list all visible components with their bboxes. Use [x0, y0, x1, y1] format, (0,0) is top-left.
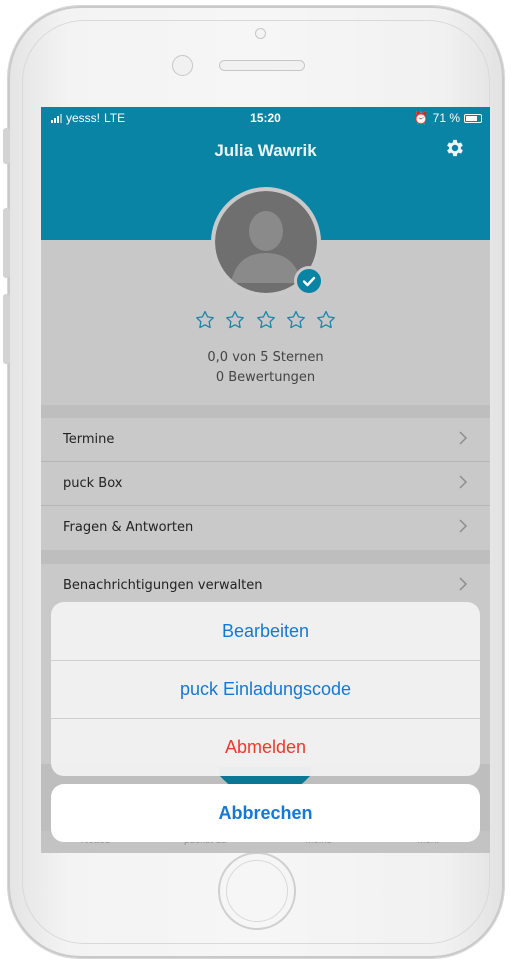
earpiece-speaker — [219, 60, 305, 71]
menu-item-label: Benachrichtigungen verwalten — [63, 578, 263, 593]
home-button[interactable] — [218, 852, 296, 930]
section-divider — [41, 550, 490, 564]
menu-item-puck-box[interactable]: puck Box — [41, 462, 490, 506]
volume-up-button — [3, 208, 10, 278]
review-count: 0 Bewertungen — [215, 370, 316, 385]
edit-button[interactable]: Bearbeiten — [51, 602, 480, 660]
menu-item-label: Termine — [63, 432, 115, 447]
star-icon — [317, 310, 336, 329]
rating-score: 0,0 von 5 Sternen — [207, 350, 324, 365]
invite-code-button[interactable]: puck Einladungscode — [51, 660, 480, 718]
page-title: Julia Wawrik — [214, 141, 317, 160]
star-icon — [226, 310, 245, 329]
action-sheet: Bearbeiten puck Einladungscode Abmelden — [51, 602, 480, 776]
battery-percent: 71 % — [432, 111, 460, 125]
proximity-sensor — [172, 55, 193, 76]
menu-item-label: Fragen & Antworten — [63, 520, 194, 535]
menu-group-primary: Termine puck Box Fragen & Antworten — [41, 418, 490, 550]
menu-item-label: puck Box — [63, 476, 123, 491]
mute-switch — [3, 128, 10, 164]
alarm-icon: ⏰ — [413, 111, 429, 125]
rating-summary: 0,0 von 5 Sternen 0 Bewertungen — [41, 348, 490, 388]
section-divider — [41, 405, 490, 418]
volume-down-button — [3, 294, 10, 364]
star-icon — [256, 310, 275, 329]
logout-button[interactable]: Abmelden — [51, 718, 480, 776]
checkmark-icon — [302, 276, 316, 287]
star-rating — [41, 309, 490, 336]
chevron-right-icon — [459, 577, 468, 591]
menu-item-termine[interactable]: Termine — [41, 418, 490, 462]
chevron-right-icon — [459, 431, 468, 445]
verified-badge — [294, 266, 324, 296]
status-bar: yesss! LTE 15:20 ⏰ 71 % — [41, 107, 490, 129]
chevron-right-icon — [459, 519, 468, 533]
front-camera — [255, 28, 266, 39]
chevron-right-icon — [459, 475, 468, 489]
cancel-button[interactable]: Abbrechen — [51, 784, 480, 842]
gear-icon[interactable] — [444, 137, 466, 159]
battery-icon — [464, 113, 482, 123]
menu-item-faq[interactable]: Fragen & Antworten — [41, 506, 490, 550]
star-icon — [286, 310, 305, 329]
star-icon — [195, 310, 214, 329]
